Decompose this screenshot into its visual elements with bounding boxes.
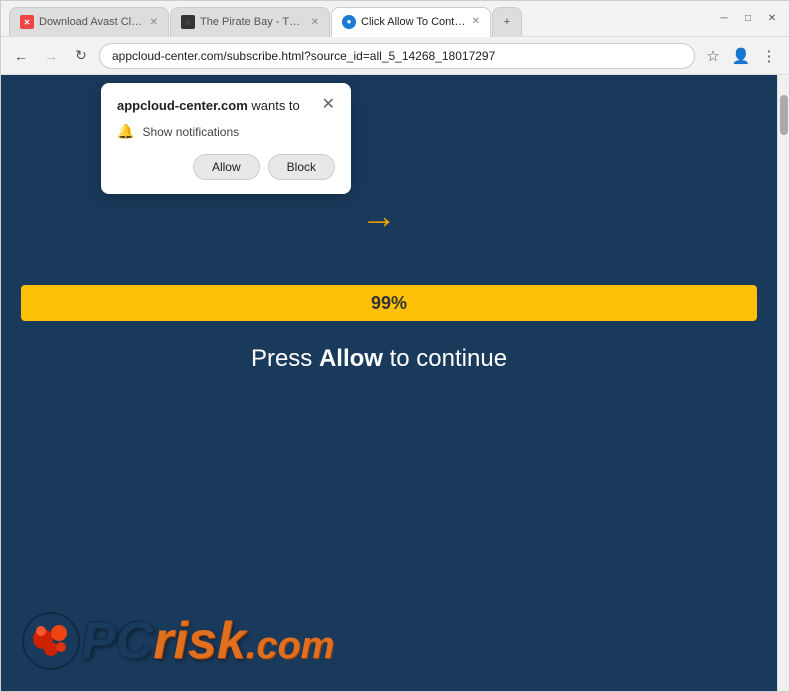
- profile-icon[interactable]: 👤: [729, 44, 753, 68]
- tab3-favicon: ●: [342, 15, 356, 29]
- tab3-label: Click Allow To Continue -: [361, 16, 467, 28]
- popup-title: appcloud-center.com wants to: [117, 98, 300, 113]
- tab-strip: ✕ Download Avast Cleanup & Bo ✕ ☠ The Pi…: [9, 1, 707, 37]
- menu-icon[interactable]: ⋮: [757, 44, 781, 68]
- tab3-close[interactable]: ✕: [472, 16, 480, 27]
- toolbar-icons: ☆ 👤 ⋮: [701, 44, 781, 68]
- notification-popup: appcloud-center.com wants to ✕ 🔔 Show no…: [101, 83, 351, 194]
- pcrisk-logo: PC risk .com: [21, 611, 334, 671]
- message-bold: Allow: [319, 345, 383, 372]
- popup-notification-row: 🔔 Show notifications: [117, 123, 335, 140]
- tab-3[interactable]: ● Click Allow To Continue - ✕: [331, 7, 491, 37]
- reload-button[interactable]: ↻: [69, 44, 93, 68]
- bell-icon: 🔔: [117, 123, 134, 140]
- popup-description: Show notifications: [142, 125, 239, 139]
- arrow-indicator: ←: [361, 195, 397, 237]
- pcrisk-com-text: .com: [246, 625, 335, 668]
- maximize-button[interactable]: □: [739, 10, 757, 28]
- title-bar: ✕ Download Avast Cleanup & Bo ✕ ☠ The Pi…: [1, 1, 789, 37]
- tab2-label: The Pirate Bay - The galaxy's m: [200, 16, 306, 28]
- popup-wants: wants to: [248, 98, 300, 113]
- tab1-favicon: ✕: [20, 15, 34, 29]
- window-controls: ─ □ ✕: [715, 10, 781, 28]
- scrollbar[interactable]: [777, 75, 789, 691]
- address-input[interactable]: [99, 43, 695, 69]
- browser-window: ✕ Download Avast Cleanup & Bo ✕ ☠ The Pi…: [0, 0, 790, 692]
- minimize-button[interactable]: ─: [715, 10, 733, 28]
- forward-button[interactable]: →: [39, 44, 63, 68]
- new-tab-icon: +: [504, 16, 510, 28]
- block-button[interactable]: Block: [268, 154, 335, 180]
- message-prefix: Press: [251, 345, 319, 372]
- progress-container: 99%: [21, 285, 757, 321]
- allow-button[interactable]: Allow: [193, 154, 260, 180]
- tab-1[interactable]: ✕ Download Avast Cleanup & Bo ✕: [9, 7, 169, 37]
- main-message: Press Allow to continue: [1, 345, 757, 373]
- close-button[interactable]: ✕: [763, 10, 781, 28]
- tab2-close[interactable]: ✕: [311, 17, 319, 28]
- pcrisk-pc-text: PC: [81, 611, 153, 671]
- progress-bar: 99%: [21, 285, 757, 321]
- scrollbar-thumb[interactable]: [780, 95, 788, 135]
- tab1-close[interactable]: ✕: [150, 17, 158, 28]
- new-tab-button[interactable]: +: [492, 7, 522, 37]
- popup-buttons: Allow Block: [117, 154, 335, 180]
- popup-close-button[interactable]: ✕: [322, 97, 335, 113]
- tab1-label: Download Avast Cleanup & Bo: [39, 16, 145, 28]
- back-button[interactable]: ←: [9, 44, 33, 68]
- popup-site: appcloud-center.com: [117, 98, 248, 113]
- pcrisk-logo-icon: [21, 611, 81, 671]
- message-suffix: to continue: [383, 345, 507, 372]
- bookmark-icon[interactable]: ☆: [701, 44, 725, 68]
- address-bar: ← → ↻ ☆ 👤 ⋮: [1, 37, 789, 75]
- tab-2[interactable]: ☠ The Pirate Bay - The galaxy's m ✕: [170, 7, 330, 37]
- pcrisk-risk-text: risk: [153, 611, 246, 671]
- popup-header: appcloud-center.com wants to ✕: [117, 97, 335, 113]
- tab2-favicon: ☠: [181, 15, 195, 29]
- progress-text: 99%: [371, 293, 407, 314]
- page-content: appcloud-center.com wants to ✕ 🔔 Show no…: [1, 75, 789, 691]
- pcrisk-text-group: PC risk .com: [81, 611, 334, 671]
